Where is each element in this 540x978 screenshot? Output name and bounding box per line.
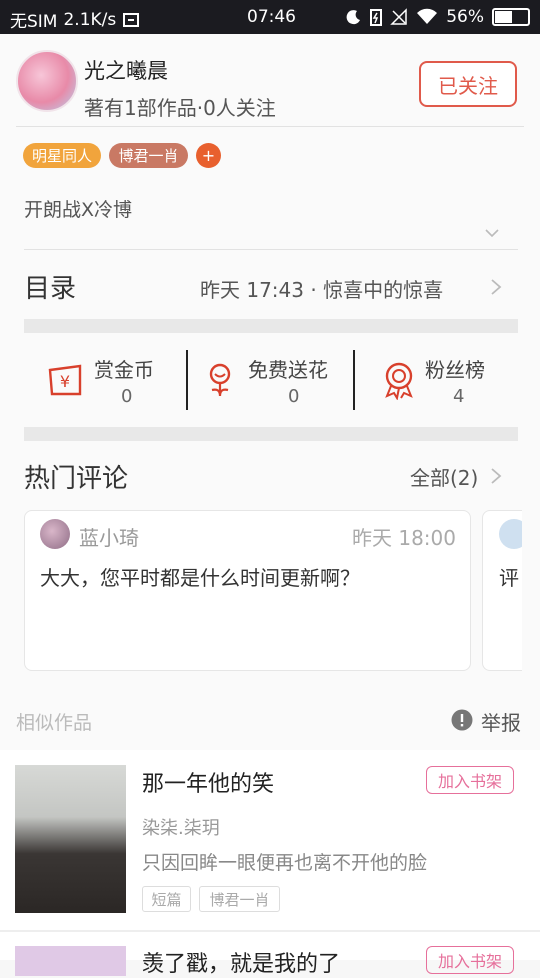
stat-count: 0 <box>288 386 300 407</box>
book-author: 染柒.柒玥 <box>142 818 220 839</box>
battery-icon <box>492 8 530 26</box>
stat-count: 0 <box>121 386 133 407</box>
chevron-right-icon[interactable] <box>489 278 503 296</box>
stat-label: 免费送花 <box>248 358 328 382</box>
list-item[interactable]: 羡了戳，就是我的了 加入书架 <box>0 930 540 977</box>
list-item[interactable]: 那一年他的笑 加入书架 染柒.柒玥 只因回眸一眼便再也离不开他的脸 短篇 博君一… <box>0 750 540 930</box>
author-avatar[interactable] <box>16 50 78 112</box>
add-to-shelf-button[interactable]: 加入书架 <box>426 766 514 794</box>
moon-icon <box>346 10 361 25</box>
stat-label: 粉丝榜 <box>425 358 485 382</box>
stat-label: 赏金币 <box>94 358 154 382</box>
comment-card[interactable]: 蓝小琦 昨天 18:00 大大，您平时都是什么时间更新啊？ <box>24 510 471 671</box>
clock: 07:46 <box>247 7 296 27</box>
tag-chip[interactable]: 明星同人 <box>23 143 101 168</box>
svg-text:¥: ¥ <box>60 372 70 391</box>
divider <box>16 126 524 127</box>
medal-icon <box>385 362 413 400</box>
carrier-label: 无SIM <box>10 12 58 32</box>
similar-works-label: 相似作品 <box>16 712 93 734</box>
author-name[interactable]: 光之曦晨 <box>84 55 168 85</box>
reward-coin-icon: ¥ <box>48 364 82 396</box>
book-title[interactable]: 那一年他的笑 <box>142 766 274 798</box>
screenshot-icon <box>123 12 140 27</box>
all-comments-link[interactable]: 全部(2) <box>410 462 478 491</box>
avatar[interactable] <box>499 519 522 549</box>
add-to-shelf-button[interactable]: 加入书架 <box>426 946 514 974</box>
status-bar: 无SIM 2.1K/s 07:46 56% <box>0 0 540 34</box>
network-speed: 2.1K/s <box>63 9 117 30</box>
section-band <box>24 427 518 441</box>
stat-separator <box>186 350 188 410</box>
wifi-icon <box>417 8 438 24</box>
stat-count: 4 <box>453 386 465 407</box>
author-meta: 著有1部作品·0人关注 <box>84 96 276 120</box>
report-button[interactable]: 举报 <box>481 707 521 736</box>
battery-saver-icon <box>370 9 383 26</box>
chevron-down-icon[interactable] <box>485 226 499 240</box>
section-band <box>24 319 518 333</box>
stat-fans-rank[interactable]: 粉丝榜 4 <box>381 350 501 412</box>
no-signal-icon <box>390 8 407 25</box>
battery-fill <box>495 11 513 23</box>
divider <box>24 249 518 250</box>
book-description: 只因回眸一眼便再也离不开他的脸 <box>142 852 428 874</box>
chevron-right-icon[interactable] <box>489 467 503 485</box>
book-tag: 博君一肖 <box>199 886 280 912</box>
book-cover[interactable] <box>15 765 126 913</box>
add-tag-button[interactable]: + <box>196 143 221 168</box>
stat-flowers[interactable]: 免费送花 0 <box>204 350 344 412</box>
stat-separator <box>353 350 355 410</box>
tag-chip[interactable]: 博君一肖 <box>109 143 188 168</box>
comment-username[interactable]: 蓝小琦 <box>79 522 139 551</box>
toc-label[interactable]: 目录 <box>24 268 76 305</box>
stat-reward[interactable]: ¥ 赏金币 0 <box>46 350 176 412</box>
battery-percent: 56% <box>446 7 484 27</box>
warning-icon[interactable] <box>451 709 473 731</box>
book-cover[interactable] <box>15 946 126 976</box>
flower-icon <box>209 363 231 397</box>
comment-time: 昨天 18:00 <box>352 526 456 550</box>
avatar[interactable] <box>40 519 70 549</box>
follow-button[interactable]: 已关注 <box>419 61 517 107</box>
book-tag: 短篇 <box>142 886 191 912</box>
comment-text: 评 <box>499 566 519 590</box>
comment-text: 大大，您平时都是什么时间更新啊？ <box>40 566 360 590</box>
hot-comments-title: 热门评论 <box>24 464 129 494</box>
comment-card[interactable]: 评 <box>482 510 522 671</box>
book-title[interactable]: 羡了戳，就是我的了 <box>142 946 340 978</box>
work-summary: 开朗战X冷博 <box>24 199 133 221</box>
toc-latest-chapter[interactable]: 昨天 17:43 · 惊喜中的惊喜 <box>200 274 470 303</box>
